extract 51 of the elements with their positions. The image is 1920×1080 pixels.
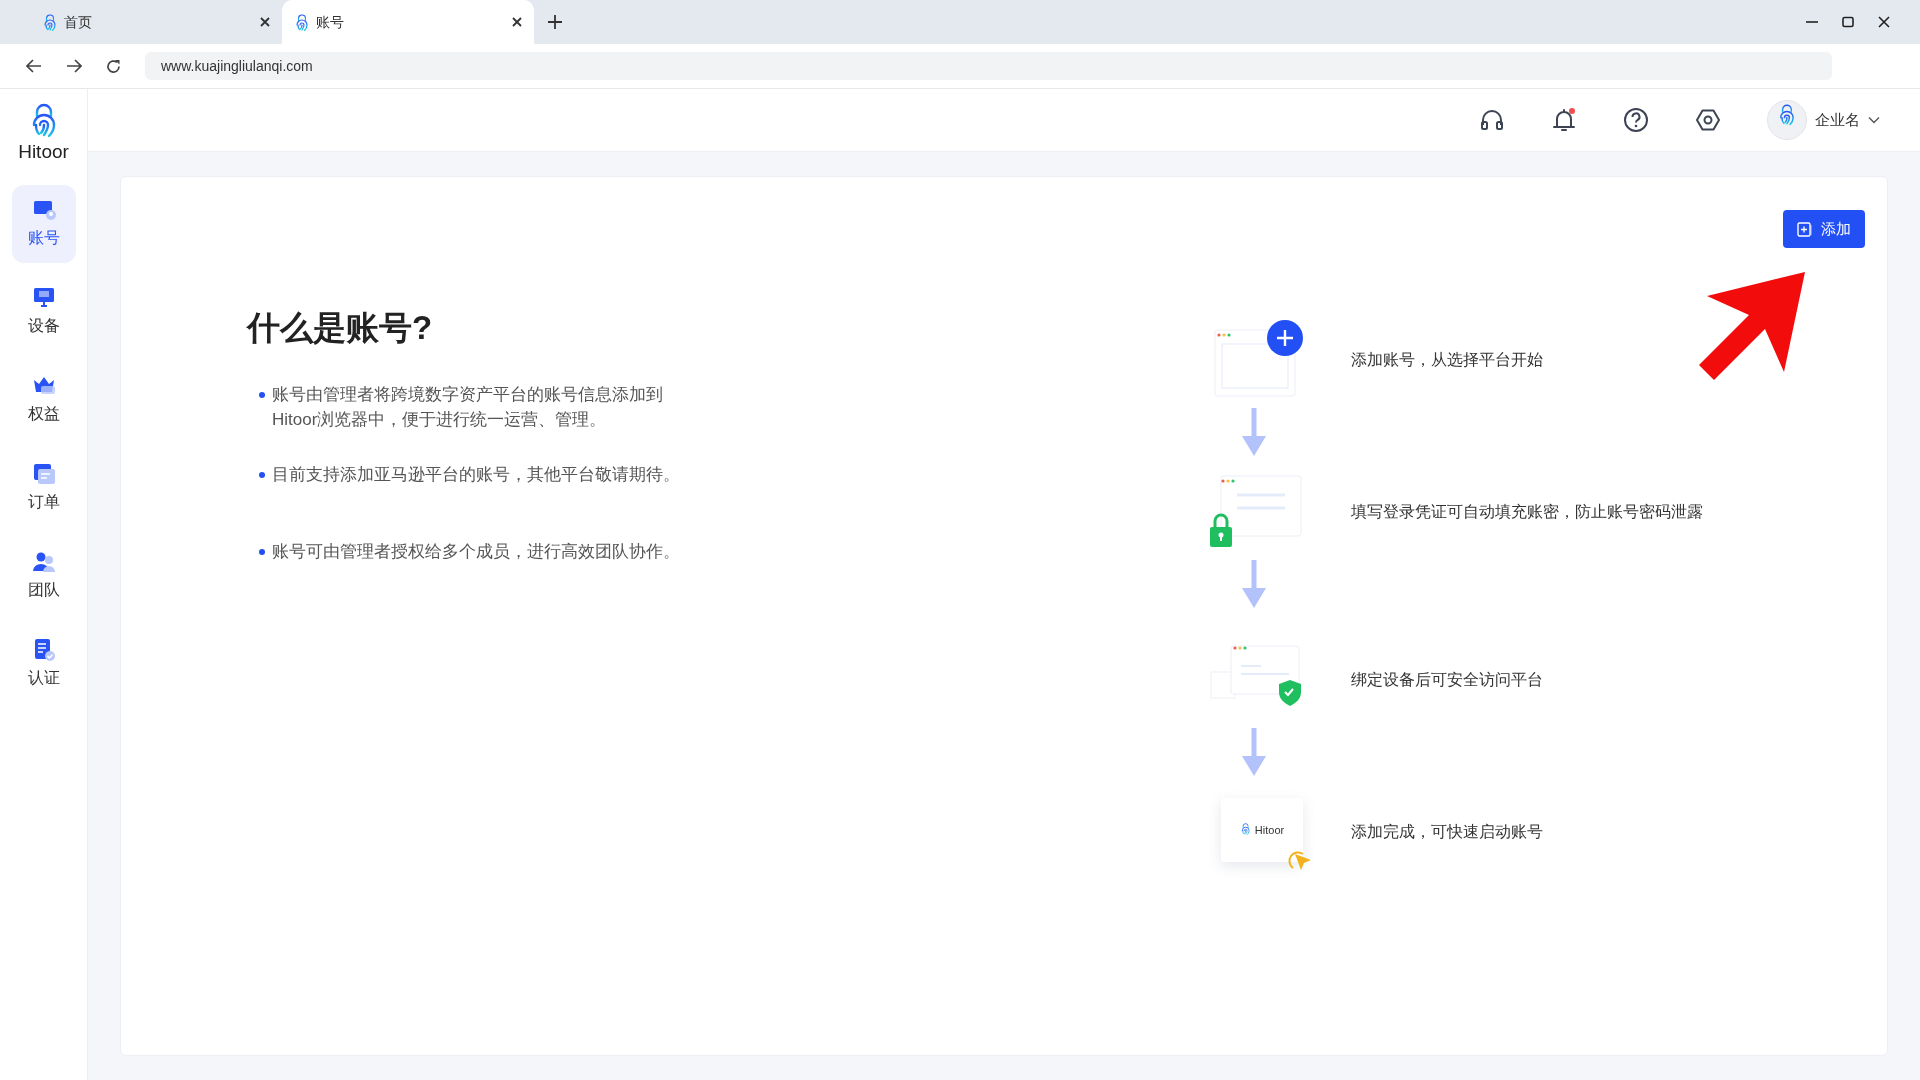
- account-menu[interactable]: 企业名: [1767, 100, 1880, 140]
- intro-paragraph: 账号可由管理者授权给多个成员，进行高效团队协作。: [272, 540, 680, 563]
- bullet-icon: [259, 548, 265, 555]
- sidebar-item[interactable]: 认证: [11, 625, 76, 703]
- close-icon[interactable]: [1878, 16, 1890, 28]
- bullet-icon: [259, 471, 265, 478]
- step-text: 添加完成，可快速启动账号: [1351, 822, 1543, 842]
- sidebar-item[interactable]: 权益: [11, 361, 76, 439]
- browser-tab[interactable]: 首页: [30, 0, 282, 44]
- browser-tab[interactable]: 账号: [282, 0, 534, 44]
- favicon-icon: [42, 13, 56, 31]
- intro-title: 什么是账号?: [247, 308, 434, 348]
- forward-icon[interactable]: [66, 59, 82, 73]
- bell-icon[interactable]: [1551, 107, 1577, 133]
- monitor-icon: [31, 198, 56, 222]
- maximize-icon[interactable]: [1842, 16, 1854, 28]
- sidebar-item[interactable]: 账号: [11, 185, 76, 263]
- sidebar-item[interactable]: 团队: [11, 537, 76, 615]
- tab-title: 账号: [316, 12, 345, 32]
- document-icon: [31, 462, 56, 486]
- close-icon[interactable]: [260, 17, 270, 27]
- new-tab-icon[interactable]: [548, 15, 562, 29]
- fingerprint-lock-logo-icon: [1239, 823, 1251, 837]
- people-icon: [31, 550, 56, 574]
- intro-paragraph: 目前支持添加亚马逊平台的账号，其他平台敬请期待。: [272, 463, 680, 486]
- step-text: 填写登录凭证可自动填充账密，防止账号密码泄露: [1351, 502, 1703, 522]
- tab-title: 首页: [64, 12, 93, 32]
- reload-icon[interactable]: [106, 58, 121, 74]
- chevron-down-icon: [1868, 116, 1880, 124]
- add-file-icon: [1797, 221, 1813, 237]
- back-icon[interactable]: [26, 59, 42, 73]
- bullet-icon: [259, 391, 265, 398]
- step-text: 添加账号，从选择平台开始: [1351, 350, 1543, 370]
- down-arrow-icon: [1241, 560, 1267, 608]
- close-icon[interactable]: [512, 17, 522, 27]
- address-bar[interactable]: www.kuajingliulanqi.com: [145, 52, 1832, 80]
- intro-paragraph: 账号由管理者将跨境数字资产平台的账号信息添加到Hitoor浏览器中，便于进行统一运营、管理。: [272, 383, 664, 431]
- favicon-icon: [294, 13, 308, 31]
- down-arrow-icon: [1241, 408, 1267, 456]
- sidebar-item[interactable]: 订单: [11, 449, 76, 527]
- headset-icon[interactable]: [1479, 107, 1505, 133]
- help-icon[interactable]: [1623, 107, 1649, 133]
- down-arrow-icon: [1241, 728, 1267, 776]
- monitor-icon: [31, 286, 56, 310]
- sidebar-item[interactable]: 设备: [11, 273, 76, 351]
- avatar-icon: [1767, 100, 1807, 140]
- add-button[interactable]: 添加: [1783, 210, 1865, 248]
- logo-text: Hitoor: [1254, 822, 1285, 838]
- settings-icon[interactable]: [1695, 107, 1721, 133]
- logo-text: Hitoor: [18, 141, 69, 163]
- step-text: 绑定设备后可安全访问平台: [1351, 670, 1543, 690]
